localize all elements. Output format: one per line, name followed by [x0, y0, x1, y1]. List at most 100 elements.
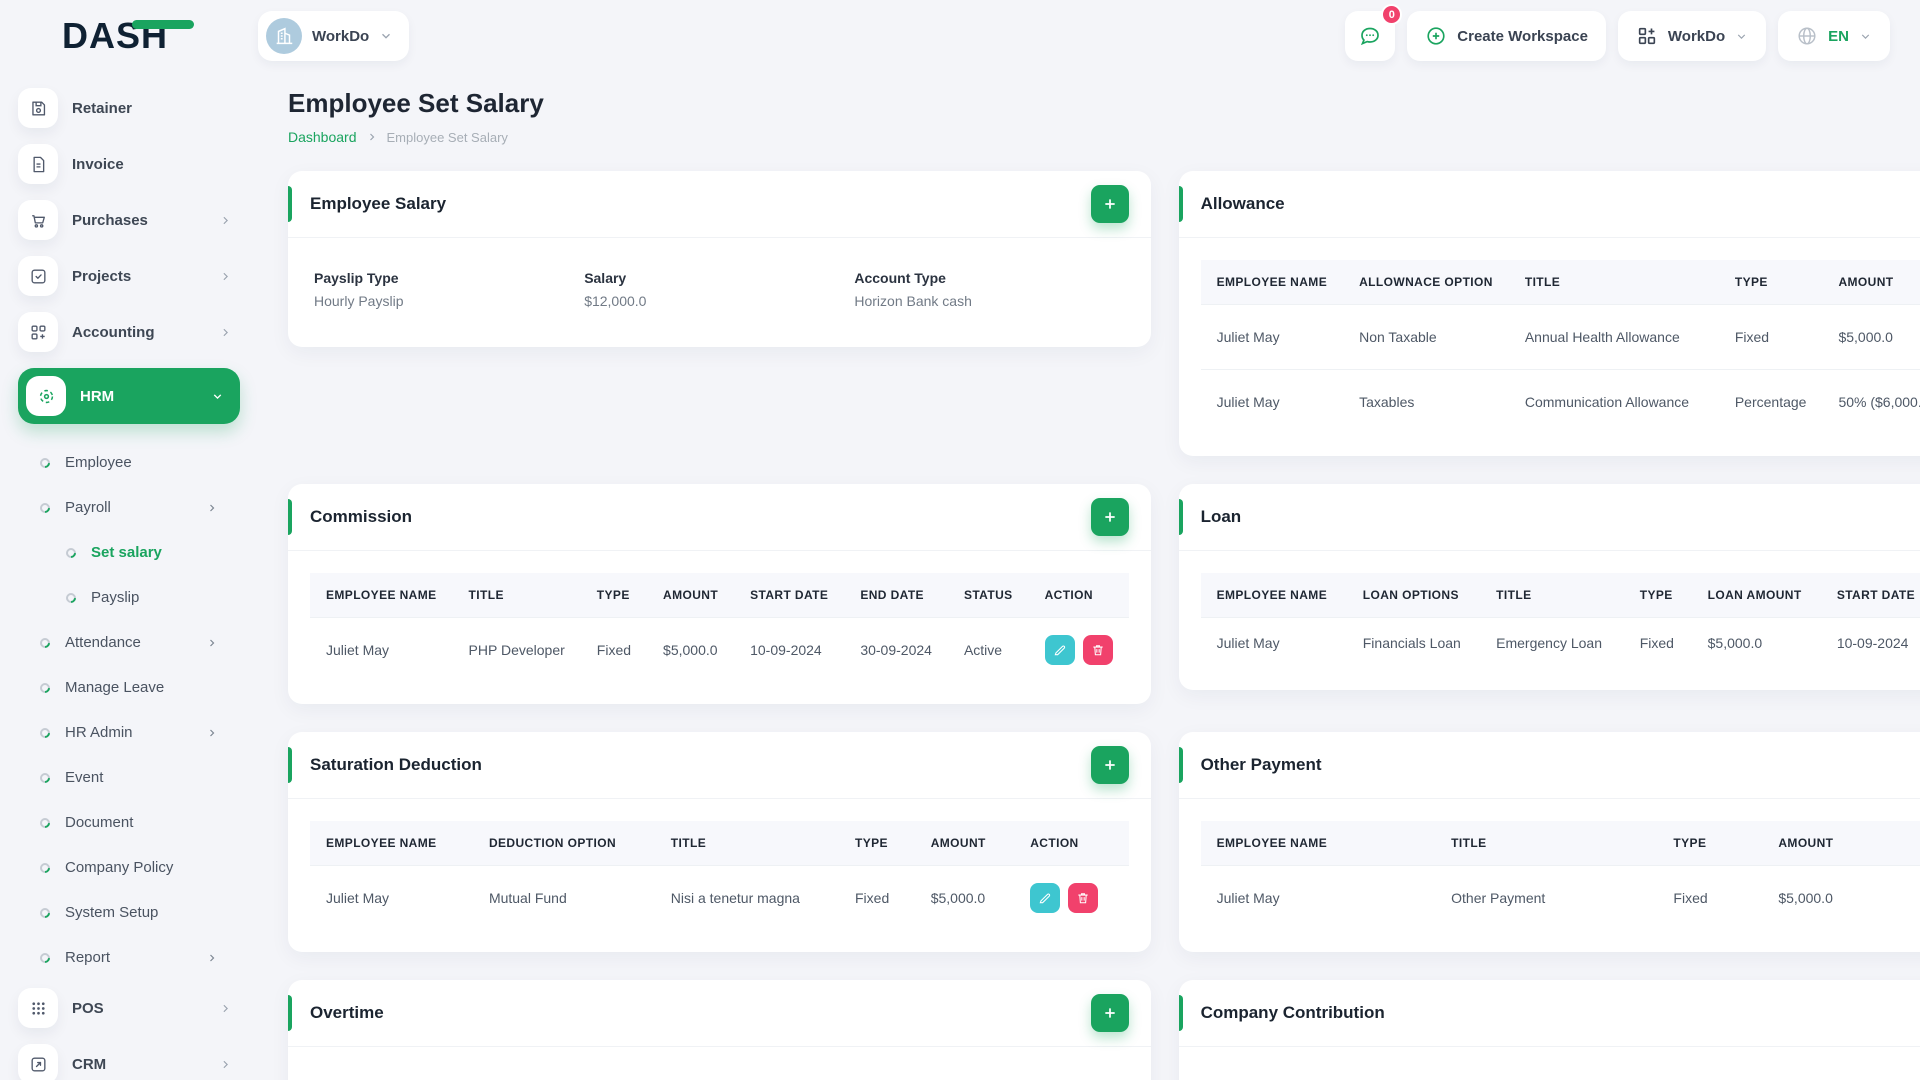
- cell-title: PHP Developer: [452, 617, 581, 682]
- chevron-down-icon: [1737, 33, 1746, 39]
- card-header: Employee Salary: [288, 171, 1151, 238]
- sidebar-item-label: HRM: [80, 387, 115, 405]
- column-header: AMOUNT: [1822, 260, 1920, 305]
- table-header-row: EMPLOYEE NAME ALLOWNACE OPTION TITLE TYP…: [1200, 260, 1920, 305]
- workspace-switcher[interactable]: WorkDo: [258, 11, 410, 61]
- sidebar-item-payroll[interactable]: Payroll: [37, 485, 258, 530]
- sidebar-item-crm[interactable]: CRM: [18, 1044, 258, 1080]
- messages-button[interactable]: 0: [1345, 4, 1403, 61]
- sidebar-item-payslip[interactable]: Payslip: [63, 575, 258, 620]
- column-header: START DATE: [734, 573, 845, 618]
- table-header-row: EMPLOYEE NAME DEDUCTION OPTION TITLE TYP…: [310, 821, 1129, 866]
- delete-button[interactable]: [1068, 883, 1099, 913]
- table-header-row: EMPLOYEE NAME LOAN OPTIONS TITLE TYPE LO…: [1200, 573, 1920, 618]
- column-header: AMOUNT: [647, 573, 735, 618]
- breadcrumb-dashboard-link[interactable]: Dashboard: [288, 129, 357, 145]
- sidebar-item-projects[interactable]: Projects: [18, 256, 258, 296]
- edit-button[interactable]: [1030, 883, 1061, 913]
- employee-salary-card: Employee Salary Payslip Type Hourly Pays…: [288, 171, 1151, 347]
- cell-employee: Juliet May: [1200, 304, 1344, 370]
- sidebar-item-pos[interactable]: POS: [18, 988, 258, 1028]
- sidebar-item-attendance[interactable]: Attendance: [37, 620, 258, 665]
- card-body: [1179, 1047, 1920, 1080]
- bullet-icon: [37, 725, 53, 740]
- sidebar-item-system-setup[interactable]: System Setup: [37, 890, 258, 935]
- card-title: Other Payment: [1200, 755, 1322, 774]
- field-value: Horizon Bank cash: [854, 293, 972, 309]
- plus-circle-icon: [1427, 27, 1445, 45]
- add-commission-button[interactable]: [1090, 498, 1129, 536]
- bullet-icon: [37, 905, 53, 920]
- sidebar-item-invoice[interactable]: Invoice: [18, 144, 258, 184]
- apps-menu-button[interactable]: WorkDo: [1617, 11, 1767, 61]
- chat-icon: [1361, 27, 1380, 46]
- workspace-avatar: [266, 18, 302, 54]
- sidebar-item-manage-leave[interactable]: Manage Leave: [37, 665, 258, 710]
- globe-icon: [1798, 27, 1816, 45]
- delete-button[interactable]: [1082, 635, 1113, 665]
- breadcrumb-current: Employee Set Salary: [386, 129, 508, 145]
- sidebar: Retainer Invoice Purchases Projects Acco…: [0, 72, 258, 1080]
- field-label: Salary: [584, 270, 627, 286]
- logo-green-bar: [132, 20, 195, 29]
- sidebar-item-company-policy[interactable]: Company Policy: [37, 845, 258, 890]
- grid-plus-icon: [18, 312, 58, 352]
- sidebar-item-label: Projects: [72, 267, 132, 285]
- card-header: Loan: [1178, 484, 1920, 551]
- sidebar-item-label: Retainer: [72, 99, 133, 117]
- sidebar-item-employee[interactable]: Employee: [37, 440, 258, 485]
- create-workspace-button[interactable]: Create Workspace: [1407, 11, 1606, 61]
- plus-icon: [1104, 512, 1115, 522]
- add-saturation-deduction-button[interactable]: [1090, 746, 1129, 784]
- brand-logo[interactable]: DASH: [0, 15, 258, 57]
- card-body: [288, 1047, 1151, 1080]
- cell-start-date: 10-09-2024: [1820, 617, 1920, 668]
- sidebar-item-accounting[interactable]: Accounting: [18, 312, 258, 352]
- field-value: $12,000.0: [584, 293, 647, 309]
- header-actions: 0 Create Workspace WorkDo EN: [1345, 4, 1920, 61]
- company-contribution-card: Company Contribution: [1178, 980, 1920, 1080]
- field-label: Account Type: [854, 270, 946, 286]
- plus-icon: [1104, 1008, 1115, 1018]
- sidebar-item-report[interactable]: Report: [37, 935, 258, 980]
- sidebar-item-event[interactable]: Event: [37, 755, 258, 800]
- chevron-right-icon: [223, 216, 228, 224]
- language-button[interactable]: EN: [1778, 11, 1890, 61]
- cell-amount: $5,000.0: [1822, 304, 1920, 370]
- column-header: ALLOWNACE OPTION: [1343, 260, 1509, 305]
- column-header: TITLE: [654, 821, 839, 866]
- edit-button[interactable]: [1044, 635, 1075, 665]
- commission-card: Commission EMPLOYEE NAME TITLE TYPE AMOU…: [288, 484, 1151, 704]
- chevron-right-icon: [223, 328, 228, 336]
- sidebar-item-set-salary[interactable]: Set salary: [63, 530, 258, 575]
- chevron-down-icon: [382, 33, 391, 39]
- sidebar-item-label: POS: [72, 999, 104, 1017]
- sidebar-item-document[interactable]: Document: [37, 800, 258, 845]
- crm-icon: [18, 1044, 58, 1080]
- sidebar-item-purchases[interactable]: Purchases: [18, 200, 258, 240]
- field-label: Payslip Type: [314, 270, 399, 286]
- bullet-icon: [37, 455, 53, 470]
- column-header: TITLE: [1435, 821, 1658, 866]
- sidebar-item-hrm[interactable]: HRM: [18, 368, 240, 424]
- cell-option: Taxables: [1343, 369, 1509, 434]
- add-overtime-button[interactable]: [1090, 994, 1129, 1032]
- column-header: START DATE: [1820, 573, 1920, 618]
- column-header: END DATE: [844, 573, 948, 618]
- card-header: Saturation Deduction: [288, 732, 1151, 799]
- sidebar-subitem-label: Report: [65, 949, 111, 966]
- salary-summary: Payslip Type Hourly Payslip Salary $12,0…: [310, 260, 1129, 325]
- sidebar-item-retainer[interactable]: Retainer: [18, 88, 258, 128]
- bullet-icon: [37, 500, 53, 515]
- column-header: TYPE: [839, 821, 915, 866]
- page-title: Employee Set Salary: [288, 88, 544, 118]
- column-header: EMPLOYEE NAME: [1200, 260, 1344, 305]
- cell-option: Financials Loan: [1346, 617, 1481, 668]
- card-header: Overtime: [288, 980, 1151, 1047]
- cell-status: Active: [947, 617, 1029, 682]
- sidebar-subitem-label: Company Policy: [65, 859, 174, 876]
- column-header: TITLE: [1480, 573, 1624, 618]
- add-employee-salary-button[interactable]: [1090, 185, 1129, 223]
- sidebar-item-hr-admin[interactable]: HR Admin: [37, 710, 258, 755]
- sidebar-subitem-label: System Setup: [65, 904, 159, 921]
